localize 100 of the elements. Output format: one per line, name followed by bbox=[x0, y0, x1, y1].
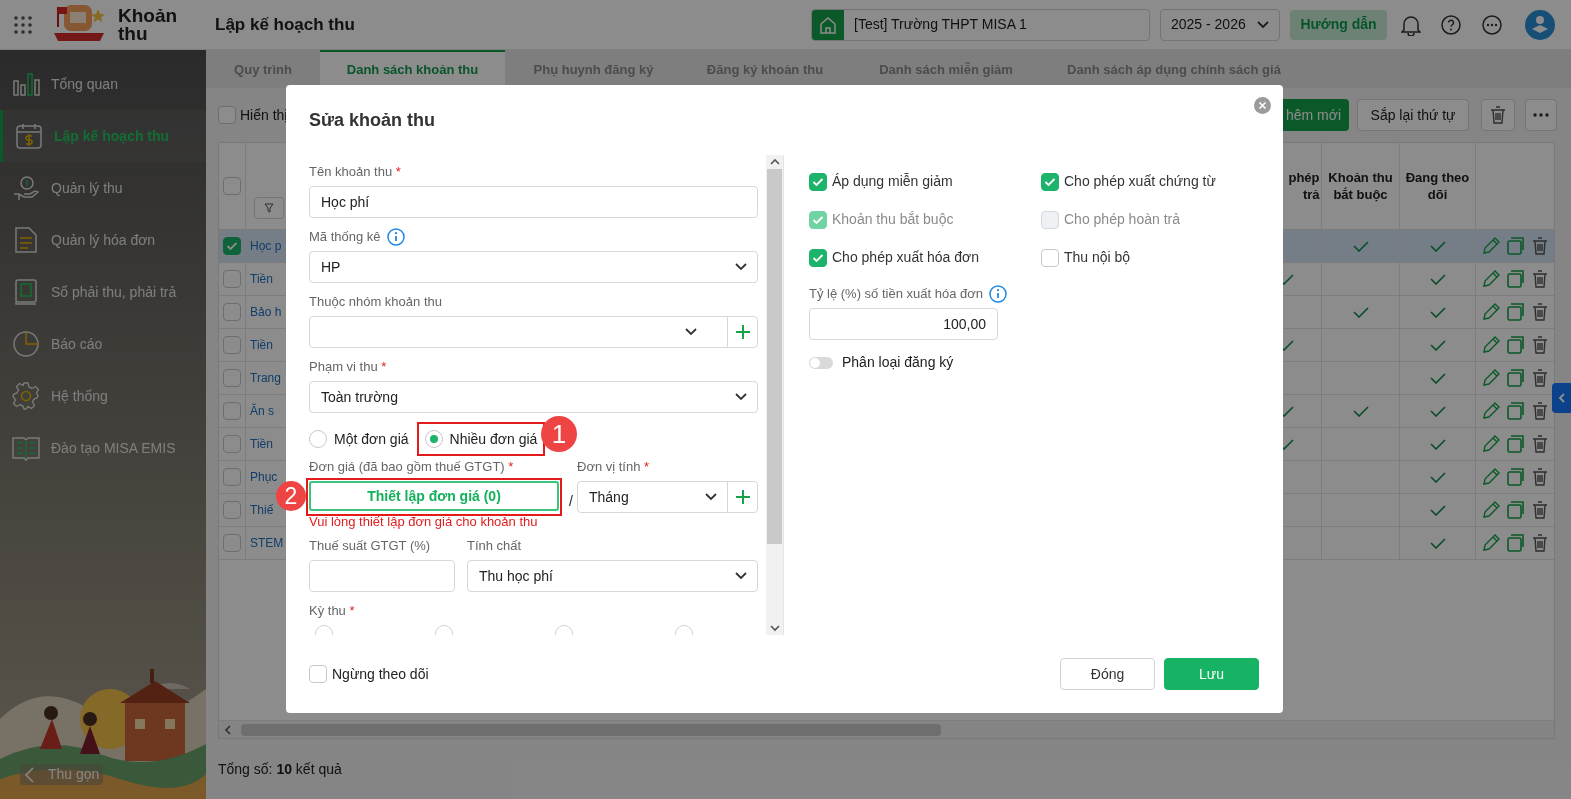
sidebar-item[interactable]: Quản lý thu bbox=[0, 162, 206, 214]
invoice-rate-input[interactable]: 100,00 bbox=[809, 308, 998, 340]
guide-button[interactable]: Hướng dẫn bbox=[1290, 9, 1387, 40]
sidebar-item[interactable]: Quản lý hóa đơn bbox=[0, 214, 206, 266]
item-name-link[interactable]: Trang bbox=[250, 369, 281, 387]
set-price-button[interactable]: Thiết lập đơn giá (0) bbox=[309, 481, 559, 511]
pencil-icon[interactable] bbox=[1482, 237, 1500, 255]
filter-button[interactable] bbox=[254, 197, 284, 219]
group-select[interactable] bbox=[309, 316, 758, 348]
sidebar-item[interactable]: Đào tạo MISA EMIS bbox=[0, 422, 206, 474]
pencil-icon[interactable] bbox=[1482, 303, 1500, 321]
pencil-icon[interactable] bbox=[1482, 336, 1500, 354]
school-selector[interactable]: [Test] Trường THPT MISA 1 bbox=[811, 8, 1150, 41]
copy-icon[interactable] bbox=[1507, 501, 1525, 519]
row-checkbox[interactable] bbox=[223, 402, 241, 420]
row-checkbox[interactable] bbox=[223, 237, 241, 255]
row-checkbox[interactable] bbox=[223, 369, 241, 387]
option-checkbox-label[interactable]: Áp dụng miễn giảm bbox=[809, 171, 1041, 192]
apps-grid-icon[interactable] bbox=[14, 15, 32, 34]
stop-tracking-label[interactable]: Ngừng theo dõi bbox=[309, 663, 429, 685]
copy-icon[interactable] bbox=[1507, 534, 1525, 552]
horizontal-scrollbar[interactable] bbox=[219, 720, 1554, 738]
sidebar-item[interactable]: Tổng quan bbox=[0, 58, 206, 110]
pencil-icon[interactable] bbox=[1482, 369, 1500, 387]
row-checkbox[interactable] bbox=[223, 435, 241, 453]
name-input[interactable]: Học phí bbox=[309, 186, 758, 218]
vat-input[interactable] bbox=[309, 560, 455, 592]
avatar-icon[interactable] bbox=[1525, 9, 1555, 40]
row-checkbox[interactable] bbox=[223, 270, 241, 288]
sidebar-item[interactable]: Hệ thống bbox=[0, 370, 206, 422]
reorder-button[interactable]: Sắp lại thứ tự bbox=[1357, 99, 1469, 131]
item-name-link[interactable]: Thiế bbox=[250, 501, 274, 519]
copy-icon[interactable] bbox=[1507, 336, 1525, 354]
option-checkbox-label[interactable]: Cho phép xuất hóa đơn bbox=[809, 247, 1041, 268]
copy-icon[interactable] bbox=[1507, 435, 1525, 453]
checkbox[interactable] bbox=[809, 172, 827, 191]
pencil-icon[interactable] bbox=[1482, 534, 1500, 552]
row-checkbox[interactable] bbox=[223, 501, 241, 519]
tab[interactable]: Danh sách khoản thu bbox=[320, 50, 505, 88]
sidebar-item[interactable]: Sổ phải thu, phải trả bbox=[0, 266, 206, 318]
nature-select[interactable]: Thu học phí bbox=[467, 560, 758, 592]
close-button[interactable]: Đóng bbox=[1060, 658, 1155, 690]
copy-icon[interactable] bbox=[1507, 402, 1525, 420]
copy-icon[interactable] bbox=[1507, 270, 1525, 288]
checkbox[interactable] bbox=[1041, 172, 1059, 191]
option-checkbox-label[interactable]: Cho phép xuất chứng từ bbox=[1041, 171, 1283, 192]
trash-icon[interactable] bbox=[1532, 336, 1548, 354]
trash-icon[interactable] bbox=[1532, 435, 1548, 453]
row-checkbox[interactable] bbox=[223, 468, 241, 486]
unit-select[interactable]: Tháng bbox=[577, 481, 758, 513]
pencil-icon[interactable] bbox=[1482, 501, 1500, 519]
delete-button[interactable] bbox=[1481, 99, 1515, 131]
item-name-link[interactable]: Tiền bbox=[250, 270, 273, 288]
scope-select[interactable]: Toàn trường bbox=[309, 381, 758, 413]
trash-icon[interactable] bbox=[1532, 468, 1548, 486]
item-name-link[interactable]: Phục bbox=[250, 468, 278, 486]
copy-icon[interactable] bbox=[1507, 369, 1525, 387]
save-button[interactable]: Lưu bbox=[1164, 658, 1259, 690]
copy-icon[interactable] bbox=[1507, 237, 1525, 255]
checkbox[interactable] bbox=[809, 248, 827, 267]
bell-icon[interactable] bbox=[1401, 13, 1421, 36]
help-icon[interactable] bbox=[1441, 14, 1461, 35]
copy-icon[interactable] bbox=[1507, 303, 1525, 321]
radio-option[interactable]: Nhiều đơn giá bbox=[424, 424, 538, 454]
row-checkbox[interactable] bbox=[223, 303, 241, 321]
checkbox[interactable] bbox=[218, 106, 236, 124]
item-name-link[interactable]: Tiền bbox=[250, 336, 273, 354]
row-checkbox[interactable] bbox=[223, 336, 241, 354]
copy-icon[interactable] bbox=[1507, 468, 1525, 486]
toggle-switch[interactable] bbox=[809, 356, 833, 369]
item-name-link[interactable]: Bảo h bbox=[250, 303, 282, 321]
side-panel-toggle[interactable] bbox=[1552, 383, 1571, 413]
row-checkbox[interactable] bbox=[223, 534, 241, 552]
trash-icon[interactable] bbox=[1532, 369, 1548, 387]
item-name-link[interactable]: STEM bbox=[250, 534, 284, 552]
header-checkbox[interactable] bbox=[223, 177, 241, 195]
vertical-scrollbar[interactable] bbox=[766, 155, 783, 635]
item-name-link[interactable]: Học p bbox=[250, 237, 282, 255]
option-checkbox-label[interactable]: Thu nội bộ bbox=[1041, 247, 1283, 268]
stat-code-select[interactable]: HP bbox=[309, 251, 758, 283]
show-checkbox-label[interactable]: Hiển thị bbox=[218, 104, 288, 126]
checkbox[interactable] bbox=[309, 665, 327, 683]
checkbox[interactable] bbox=[1041, 248, 1059, 267]
item-name-link[interactable]: Tiền bbox=[250, 435, 273, 453]
more-button[interactable] bbox=[1525, 99, 1557, 131]
pencil-icon[interactable] bbox=[1482, 270, 1500, 288]
radio-option[interactable]: Một đơn giá bbox=[309, 424, 409, 454]
pencil-icon[interactable] bbox=[1482, 468, 1500, 486]
pencil-icon[interactable] bbox=[1482, 435, 1500, 453]
close-icon[interactable] bbox=[1254, 97, 1271, 114]
item-name-link[interactable]: Ăn s bbox=[250, 402, 274, 420]
trash-icon[interactable] bbox=[1532, 501, 1548, 519]
more-icon[interactable] bbox=[1482, 14, 1502, 35]
pencil-icon[interactable] bbox=[1482, 402, 1500, 420]
trash-icon[interactable] bbox=[1532, 237, 1548, 255]
trash-icon[interactable] bbox=[1532, 534, 1548, 552]
sidebar-item[interactable]: Báo cáo bbox=[0, 318, 206, 370]
year-select[interactable]: 2025 - 2026 bbox=[1160, 8, 1280, 41]
trash-icon[interactable] bbox=[1532, 402, 1548, 420]
trash-icon[interactable] bbox=[1532, 270, 1548, 288]
